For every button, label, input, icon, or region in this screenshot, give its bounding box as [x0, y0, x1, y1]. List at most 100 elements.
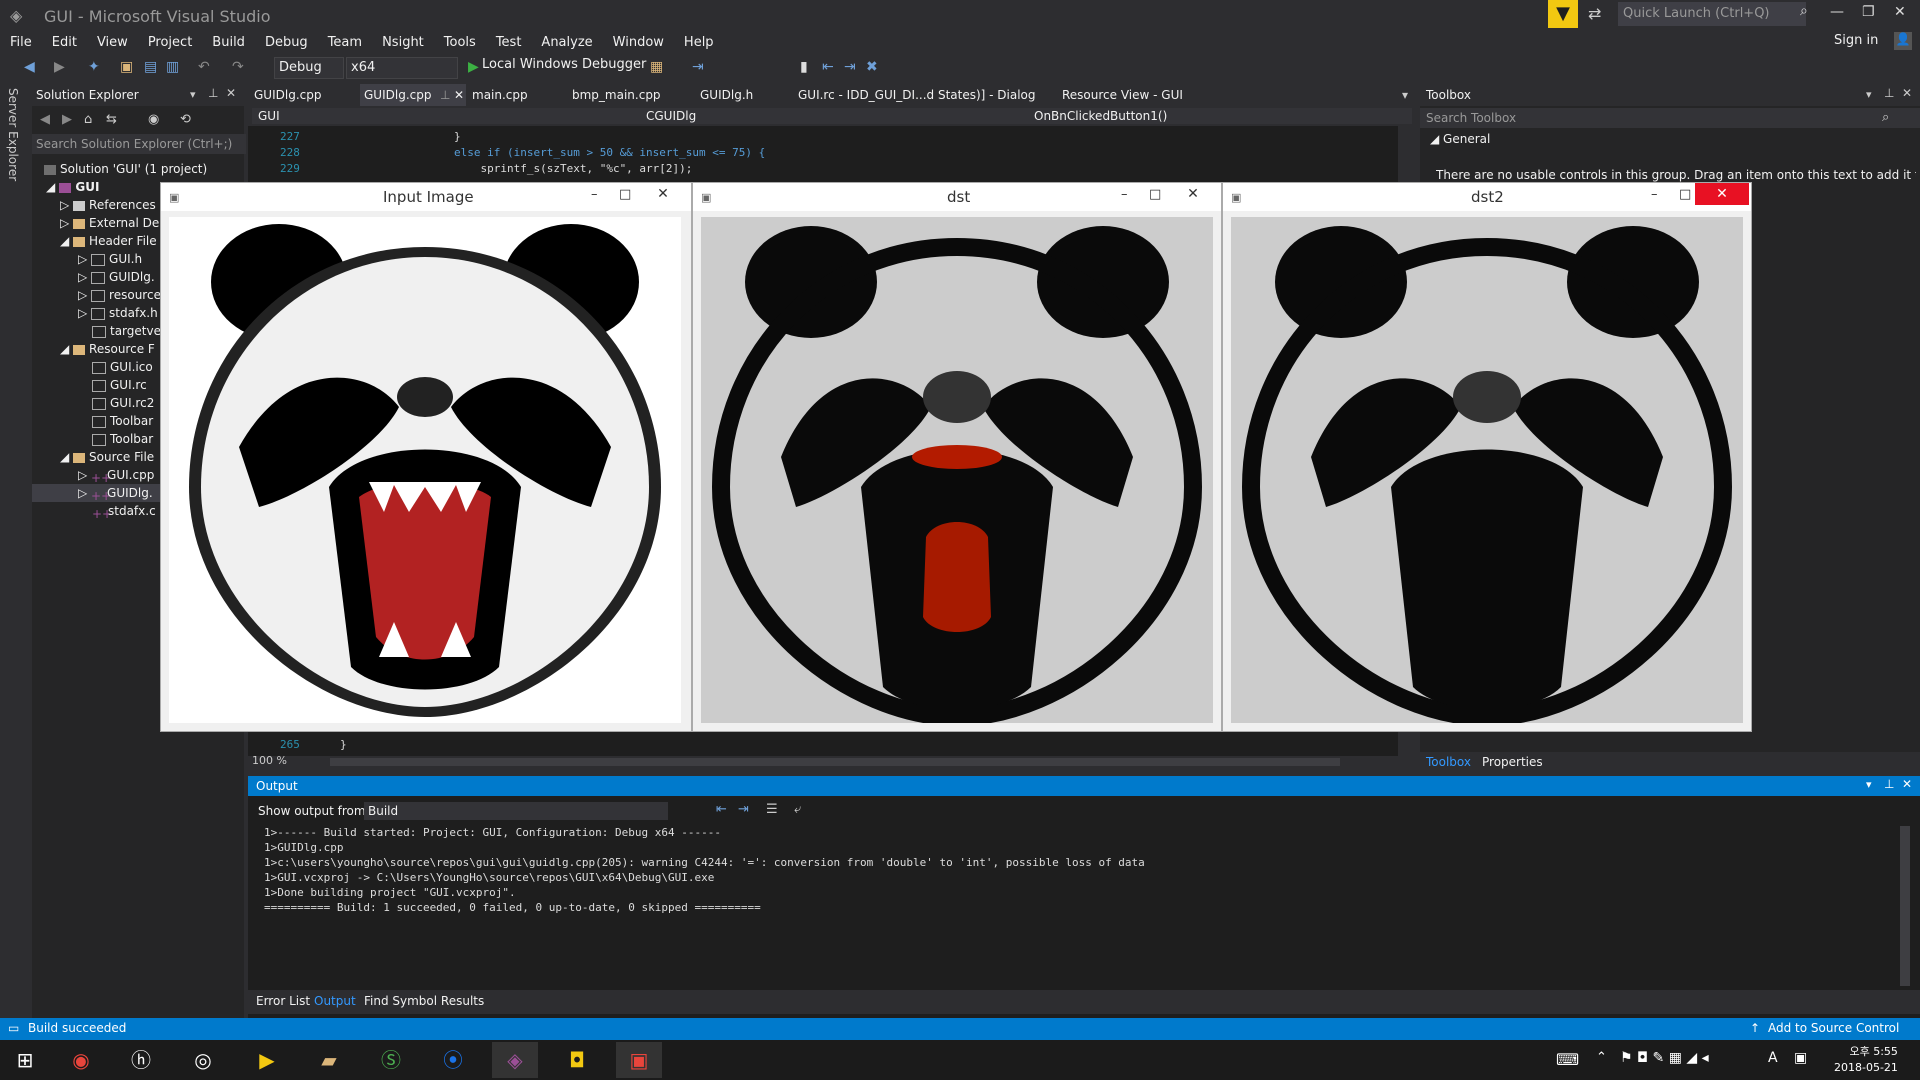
feedback-icon[interactable]: ⇄ — [1588, 4, 1601, 23]
clock[interactable]: 오후 5:55 2018-05-21 — [1834, 1044, 1898, 1076]
ime-indicator[interactable]: A — [1768, 1050, 1778, 1066]
toolbox-search-input[interactable]: Search Toolbox — [1420, 108, 1920, 128]
account-icon[interactable]: 👤 — [1894, 32, 1912, 50]
step-icon[interactable]: ⇥ — [692, 59, 704, 75]
pin-icon[interactable]: ⊥ — [1884, 777, 1894, 791]
restore-button[interactable]: ❐ — [1862, 4, 1875, 20]
camera-icon[interactable]: ◎ — [180, 1042, 226, 1078]
tree-file[interactable]: GUI.rc2 — [92, 396, 154, 410]
platform-select[interactable]: x64 — [346, 57, 458, 79]
notifications-filter-icon[interactable]: ▼ — [1548, 0, 1578, 28]
menu-project[interactable]: Project — [138, 32, 202, 54]
menu-test[interactable]: Test — [486, 32, 532, 54]
bookmark-icon[interactable]: ▮ — [800, 59, 808, 75]
tree-file[interactable]: GUI.ico — [92, 360, 153, 374]
tab-toolbox[interactable]: Toolbox — [1426, 755, 1471, 769]
menu-tools[interactable]: Tools — [434, 32, 486, 54]
back-icon[interactable]: ◀ — [24, 59, 35, 75]
tree-file[interactable]: GUI.rc — [92, 378, 147, 392]
prev-message-icon[interactable]: ⇤ — [716, 802, 727, 817]
tab-main-cpp[interactable]: main.cpp — [472, 88, 528, 102]
browse-icon[interactable]: ▦ — [650, 59, 663, 75]
maximize-button[interactable]: □ — [1679, 187, 1691, 202]
clear-bookmarks-icon[interactable]: ✖ — [866, 59, 878, 75]
tree-file[interactable]: ▷ ++GUI.cpp — [78, 468, 154, 485]
menu-edit[interactable]: Edit — [42, 32, 87, 54]
redo-icon[interactable]: ↷ — [232, 59, 244, 75]
tree-header-files[interactable]: ◢ Header File — [60, 234, 157, 248]
back-icon[interactable]: ◀ — [40, 112, 50, 127]
pin-icon[interactable]: ⊥ — [208, 86, 218, 100]
undo-icon[interactable]: ↶ — [198, 59, 210, 75]
minimize-button[interactable]: – — [1121, 187, 1128, 202]
tree-file[interactable]: targetve — [92, 324, 161, 338]
configuration-select[interactable]: Debug — [274, 57, 344, 79]
toolbox-group-general[interactable]: ◢ General — [1430, 132, 1490, 146]
image-window-input[interactable]: ▣ Input Image – □ ✕ — [160, 182, 692, 732]
close-panel-icon[interactable]: ✕ — [1902, 86, 1912, 100]
horizontal-scrollbar[interactable] — [330, 758, 1340, 766]
tree-file[interactable]: ▷ GUIDlg. — [78, 270, 155, 284]
close-button[interactable]: ✕ — [1894, 4, 1906, 20]
menu-team[interactable]: Team — [318, 32, 372, 54]
tree-file-selected[interactable]: ▷ ++GUIDlg. — [78, 486, 153, 503]
history-icon[interactable]: ⟲ — [180, 112, 191, 127]
tree-resource-files[interactable]: ◢ Resource F — [60, 342, 155, 356]
search-icon[interactable]: ⌕ — [1882, 110, 1889, 125]
tree-external[interactable]: ▷ External De — [60, 216, 159, 230]
image-window-dst[interactable]: ▣ dst – □ ✕ — [692, 182, 1222, 732]
tab-bmp-main-cpp[interactable]: bmp_main.cpp — [572, 88, 661, 102]
open-file-icon[interactable]: ▣ — [120, 59, 133, 75]
prev-bookmark-icon[interactable]: ⇤ — [822, 59, 834, 75]
tree-file[interactable]: Toolbar — [92, 414, 153, 428]
close-button[interactable]: ✕ — [1171, 183, 1215, 205]
tab-gui-rc-dialog[interactable]: GUI.rc - IDD_GUI_DI...d States)] - Dialo… — [798, 88, 1036, 102]
chrome-icon[interactable]: ◉ — [58, 1042, 104, 1078]
search-icon[interactable]: ⌕ — [1800, 3, 1808, 19]
menu-nsight[interactable]: Nsight — [372, 32, 434, 54]
new-project-icon[interactable]: ✦ — [88, 59, 100, 75]
close-panel-icon[interactable]: ✕ — [226, 86, 236, 100]
tree-file[interactable]: ▷ resource — [78, 288, 161, 302]
close-button[interactable]: ✕ — [641, 183, 685, 205]
add-to-source-control[interactable]: Add to Source Control — [1768, 1021, 1899, 1035]
class-nav-select[interactable]: CGUIDlg — [640, 108, 1028, 124]
forward-icon[interactable]: ▶ — [62, 112, 72, 127]
refresh-icon[interactable]: ◉ — [148, 112, 159, 127]
tab-guidlg-cpp[interactable]: GUIDlg.cpp — [254, 88, 321, 102]
start-debugging-icon[interactable]: ▶ — [468, 59, 479, 75]
tree-solution[interactable]: Solution 'GUI' (1 project) — [44, 162, 207, 176]
panel-dropdown-icon[interactable]: ▾ — [1866, 778, 1872, 791]
maps-icon[interactable]: ⦿ — [430, 1042, 476, 1078]
minimize-button[interactable]: – — [591, 187, 598, 202]
kakaotalk-icon[interactable]: ◘ — [554, 1042, 600, 1078]
menu-file[interactable]: File — [0, 32, 42, 54]
panel-dropdown-icon[interactable]: ▾ — [190, 88, 196, 101]
tree-file[interactable]: ++stdafx.c — [92, 504, 156, 521]
pin-tab-icon[interactable]: ⊥ — [440, 88, 450, 102]
tree-project[interactable]: ◢ GUI — [46, 180, 99, 194]
tree-file[interactable]: ▷ GUI.h — [78, 252, 142, 266]
word-wrap-icon[interactable]: ⤶ — [794, 802, 801, 817]
zoom-level[interactable]: 100 % — [252, 754, 287, 767]
image-window-dst2[interactable]: ▣ dst2 – □ ✕ — [1222, 182, 1752, 732]
next-message-icon[interactable]: ⇥ — [738, 802, 749, 817]
tab-guidlg-h[interactable]: GUIDlg.h — [700, 88, 753, 102]
minimize-button[interactable]: – — [1651, 187, 1658, 202]
media-player-icon[interactable]: ▶ — [244, 1042, 290, 1078]
tree-references[interactable]: ▷ References — [60, 198, 156, 212]
server-explorer-tab[interactable]: Server Explorer — [6, 88, 20, 181]
menu-window[interactable]: Window — [603, 32, 674, 54]
tab-properties[interactable]: Properties — [1482, 755, 1543, 769]
menu-help[interactable]: Help — [674, 32, 724, 54]
menu-view[interactable]: View — [87, 32, 138, 54]
tab-error-list[interactable]: Error List — [256, 994, 310, 1008]
sync-icon[interactable]: ⇆ — [106, 112, 117, 127]
output-source-select[interactable]: Build — [364, 802, 668, 820]
maximize-button[interactable]: □ — [1149, 187, 1161, 202]
clear-all-icon[interactable]: ☰ — [766, 802, 778, 817]
member-nav-select[interactable]: OnBnClickedButton1() — [1028, 108, 1412, 124]
maximize-button[interactable]: □ — [619, 187, 631, 202]
hp-icon[interactable]: ⓗ — [118, 1042, 164, 1078]
home-icon[interactable]: ⌂ — [84, 112, 92, 127]
